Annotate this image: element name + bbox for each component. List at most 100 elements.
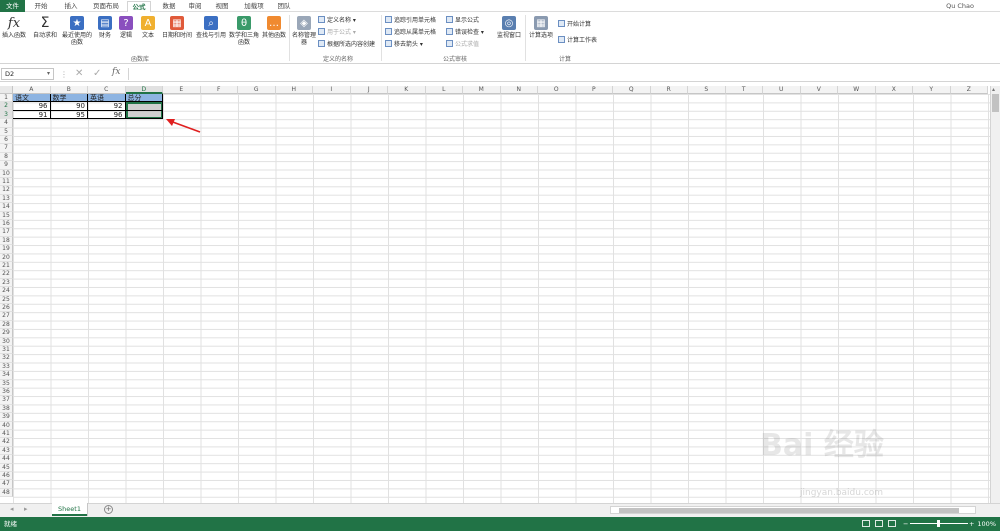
cell-a2[interactable]: 96 <box>13 102 51 111</box>
row-header-20[interactable]: 20 <box>0 253 13 262</box>
column-header-z[interactable]: Z <box>950 86 988 94</box>
row-header-19[interactable]: 19 <box>0 245 13 254</box>
column-header-x[interactable]: X <box>875 86 913 94</box>
column-header-v[interactable]: V <box>800 86 838 94</box>
add-sheet-icon[interactable]: + <box>104 505 113 514</box>
row-header-24[interactable]: 24 <box>0 287 13 296</box>
tab-addins[interactable]: 加载项 <box>240 1 268 12</box>
autosum-button[interactable]: Σ 自动求和 <box>32 14 58 40</box>
row-header-42[interactable]: 42 <box>0 438 13 447</box>
zoom-out-icon[interactable]: − <box>903 517 908 531</box>
row-header-36[interactable]: 36 <box>0 388 13 397</box>
vertical-scroll-thumb[interactable] <box>992 94 999 112</box>
financial-button[interactable]: ▤ 财务 <box>97 14 113 39</box>
calc-sheet-button[interactable]: 计算工作表 <box>558 36 597 45</box>
row-header-28[interactable]: 28 <box>0 320 13 330</box>
row-header-34[interactable]: 34 <box>0 371 13 380</box>
row-header-16[interactable]: 16 <box>0 220 13 229</box>
watch-window-button[interactable]: ◎ 监视窗口 <box>496 14 522 39</box>
cell-d2[interactable] <box>125 102 163 111</box>
column-header-s[interactable]: S <box>688 86 726 94</box>
row-header-47[interactable]: 47 <box>0 480 13 489</box>
prev-sheet-icon[interactable]: ◂ <box>10 505 14 513</box>
calc-now-button[interactable]: 开始计算 <box>558 20 591 29</box>
recent-functions-button[interactable]: ★ 最近使用的函数 <box>60 14 94 46</box>
column-header-p[interactable]: P <box>575 86 613 94</box>
row-header-45[interactable]: 45 <box>0 463 13 472</box>
column-header-r[interactable]: R <box>650 86 688 94</box>
row-header-44[interactable]: 44 <box>0 455 13 464</box>
row-header-23[interactable]: 23 <box>0 278 13 288</box>
row-header-11[interactable]: 11 <box>0 178 13 187</box>
column-header-e[interactable]: E <box>163 86 201 94</box>
column-header-m[interactable]: M <box>463 86 501 94</box>
row-header-26[interactable]: 26 <box>0 304 13 313</box>
row-header-22[interactable]: 22 <box>0 270 13 279</box>
row-header-39[interactable]: 39 <box>0 413 13 422</box>
horizontal-scrollbar[interactable] <box>610 506 976 514</box>
cell-a1[interactable]: 语文 <box>13 94 51 103</box>
column-header-h[interactable]: H <box>275 86 313 94</box>
page-layout-view-icon[interactable] <box>875 520 883 527</box>
zoom-slider-knob[interactable] <box>937 520 940 527</box>
sheet-tab-sheet1[interactable]: Sheet1 <box>52 503 87 516</box>
more-functions-button[interactable]: … 其他函数 <box>260 14 288 39</box>
column-header-w[interactable]: W <box>838 86 876 94</box>
column-header-b[interactable]: B <box>50 86 88 94</box>
tab-team[interactable]: 团队 <box>273 1 295 12</box>
row-header-21[interactable]: 21 <box>0 262 13 271</box>
cell-c2[interactable]: 92 <box>88 102 126 111</box>
tab-insert[interactable]: 插入 <box>60 1 82 12</box>
column-header-u[interactable]: U <box>763 86 801 94</box>
row-header-48[interactable]: 48 <box>0 488 13 498</box>
calc-options-button[interactable]: ▦ 计算选项 <box>527 14 555 39</box>
cell-d3[interactable] <box>125 110 163 120</box>
error-checking-button[interactable]: 错误检查 ▾ <box>446 28 484 37</box>
row-header-40[interactable]: 40 <box>0 421 13 430</box>
row-header-31[interactable]: 31 <box>0 346 13 355</box>
page-break-view-icon[interactable] <box>888 520 896 527</box>
column-header-y[interactable]: Y <box>913 86 951 94</box>
row-header-25[interactable]: 25 <box>0 295 13 304</box>
remove-arrows-button[interactable]: 移去箭头 ▾ <box>385 40 423 49</box>
user-name[interactable]: Qu Chao <box>946 2 974 10</box>
column-header-k[interactable]: K <box>388 86 426 94</box>
row-header-46[interactable]: 46 <box>0 472 13 481</box>
datetime-button[interactable]: ▦ 日期和时间 <box>160 14 194 39</box>
row-header-15[interactable]: 15 <box>0 211 13 220</box>
next-sheet-icon[interactable]: ▸ <box>24 505 28 513</box>
column-header-c[interactable]: C <box>88 86 126 94</box>
column-header-t[interactable]: T <box>725 86 763 94</box>
select-all-corner[interactable] <box>0 86 13 94</box>
row-header-35[interactable]: 35 <box>0 379 13 388</box>
tab-view[interactable]: 视图 <box>211 1 233 12</box>
show-formulas-button[interactable]: 显示公式 <box>446 16 479 25</box>
row-header-4[interactable]: 4 <box>0 119 13 128</box>
define-name-button[interactable]: 定义名称 ▾ <box>318 16 356 25</box>
use-in-formula-button[interactable]: 用于公式 ▾ <box>318 28 356 37</box>
formula-input[interactable] <box>128 68 990 80</box>
tab-data[interactable]: 数据 <box>158 1 180 12</box>
column-header-i[interactable]: I <box>313 86 351 94</box>
row-header-37[interactable]: 37 <box>0 396 13 405</box>
text-button[interactable]: A 文本 <box>140 14 156 39</box>
row-header-38[interactable]: 38 <box>0 404 13 414</box>
scroll-up-icon[interactable]: ▴ <box>992 86 995 93</box>
cell-d1[interactable]: 总分 <box>125 94 163 103</box>
insert-function-fx-icon[interactable]: fx <box>112 67 120 77</box>
tab-file[interactable]: 文件 <box>0 0 25 12</box>
row-header-8[interactable]: 8 <box>0 152 13 162</box>
row-header-33[interactable]: 33 <box>0 362 13 372</box>
row-header-9[interactable]: 9 <box>0 161 13 170</box>
name-box-dropdown-icon[interactable]: ▾ <box>47 70 50 77</box>
cell-b3[interactable]: 95 <box>50 110 88 120</box>
create-from-selection-button[interactable]: 根据所选内容创建 <box>318 40 375 49</box>
row-header-30[interactable]: 30 <box>0 337 13 346</box>
zoom-in-icon[interactable]: + <box>969 517 974 531</box>
row-header-17[interactable]: 17 <box>0 228 13 237</box>
row-header-2[interactable]: 2 <box>0 102 13 111</box>
horizontal-scroll-thumb[interactable] <box>619 508 959 513</box>
row-header-27[interactable]: 27 <box>0 312 13 321</box>
column-header-g[interactable]: G <box>238 86 276 94</box>
row-header-13[interactable]: 13 <box>0 194 13 204</box>
